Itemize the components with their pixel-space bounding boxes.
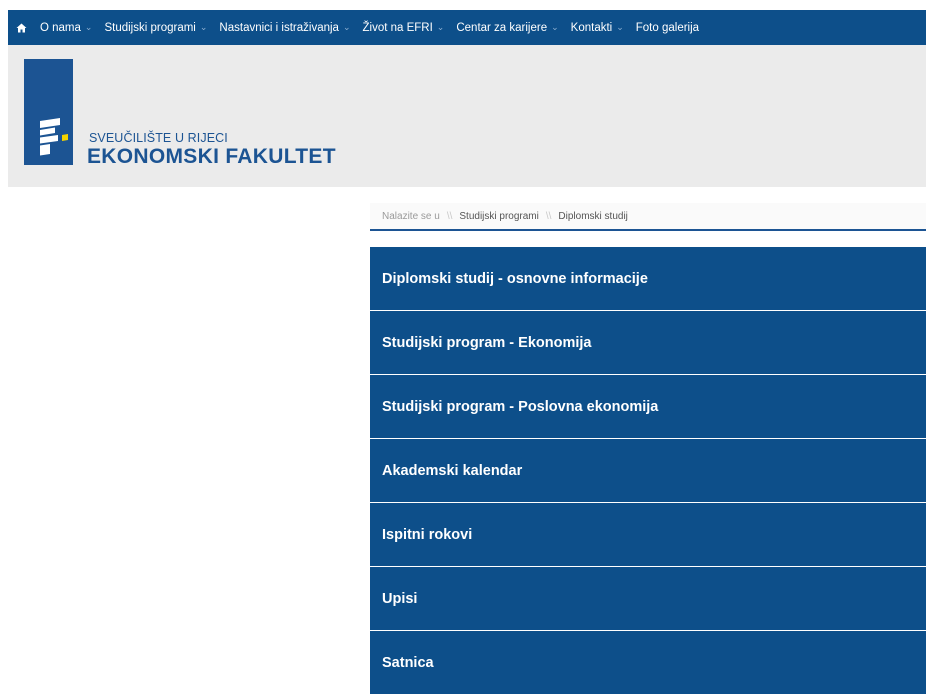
menu-item-akademski-kalendar[interactable]: Akademski kalendar (370, 439, 926, 503)
chevron-down-icon: ⌄ (436, 22, 445, 32)
nav-item-label: Centar za karijere (456, 21, 548, 34)
breadcrumb-item-studijski-programi[interactable]: Studijski programi (459, 211, 538, 222)
logo-icon (40, 118, 68, 156)
university-name: SVEUČILIŠTE U RIJECI (89, 131, 228, 145)
nav-item-o-nama[interactable]: O nama ⌄ (34, 10, 98, 45)
chevron-down-icon: ⌄ (551, 22, 559, 32)
nav-item-studijski-programi[interactable]: Studijski programi ⌄ (98, 10, 213, 45)
faculty-name[interactable]: EKONOMSKI FAKULTET (87, 145, 336, 169)
menu-item-upisi[interactable]: Upisi (370, 567, 926, 631)
chevron-down-icon: ⌄ (616, 22, 624, 32)
nav-item-label: Kontakti (570, 21, 613, 34)
chevron-down-icon: ⌄ (342, 22, 351, 32)
nav-item-kontakti[interactable]: Kontakti ⌄ (565, 10, 630, 45)
navbar-bar: O nama ⌄ Studijski programi ⌄ Nastavnici… (8, 10, 926, 45)
nav-item-label: O nama (40, 21, 81, 34)
nav-item-label: Studijski programi (104, 21, 196, 34)
menu-item-satnica[interactable]: Satnica (370, 631, 926, 695)
menu-item-poslovna-ekonomija[interactable]: Studijski program - Poslovna ekonomija (370, 375, 926, 439)
breadcrumb-separator: \\ (446, 210, 453, 222)
nav-item-label: Nastavnici i istraživanja (219, 21, 339, 34)
faculty-logo[interactable] (24, 59, 73, 165)
nav-item-nastavnici[interactable]: Nastavnici i istraživanja ⌄ (213, 10, 356, 45)
breadcrumb: Nalazite se u \\ Studijski programi \\ D… (370, 203, 926, 231)
nav-item-centar-za-karijere[interactable]: Centar za karijere ⌄ (450, 10, 564, 45)
top-navbar: O nama ⌄ Studijski programi ⌄ Nastavnici… (0, 0, 926, 46)
site-header: SVEUČILIŠTE U RIJECI EKONOMSKI FAKULTET (8, 45, 926, 187)
menu-item-ekonomija[interactable]: Studijski program - Ekonomija (370, 311, 926, 375)
section-menu: Diplomski studij - osnovne informacije S… (370, 247, 926, 695)
breadcrumb-item-diplomski-studij: Diplomski studij (558, 210, 628, 222)
nav-item-zivot-na-efri[interactable]: Život na EFRI ⌄ (356, 10, 450, 45)
nav-item-label: Foto galerija (635, 21, 700, 34)
chevron-down-icon: ⌄ (84, 22, 93, 32)
menu-item-ispitni-rokovi[interactable]: Ispitni rokovi (370, 503, 926, 567)
home-icon[interactable] (8, 10, 34, 45)
breadcrumb-prefix: Nalazite se u (382, 210, 440, 222)
chevron-down-icon: ⌄ (199, 22, 208, 32)
breadcrumb-separator: \\ (545, 210, 552, 222)
menu-item-osnovne-informacije[interactable]: Diplomski studij - osnovne informacije (370, 247, 926, 311)
nav-item-label: Život na EFRI (362, 21, 433, 34)
nav-item-foto-galerija[interactable]: Foto galerija (630, 10, 705, 45)
